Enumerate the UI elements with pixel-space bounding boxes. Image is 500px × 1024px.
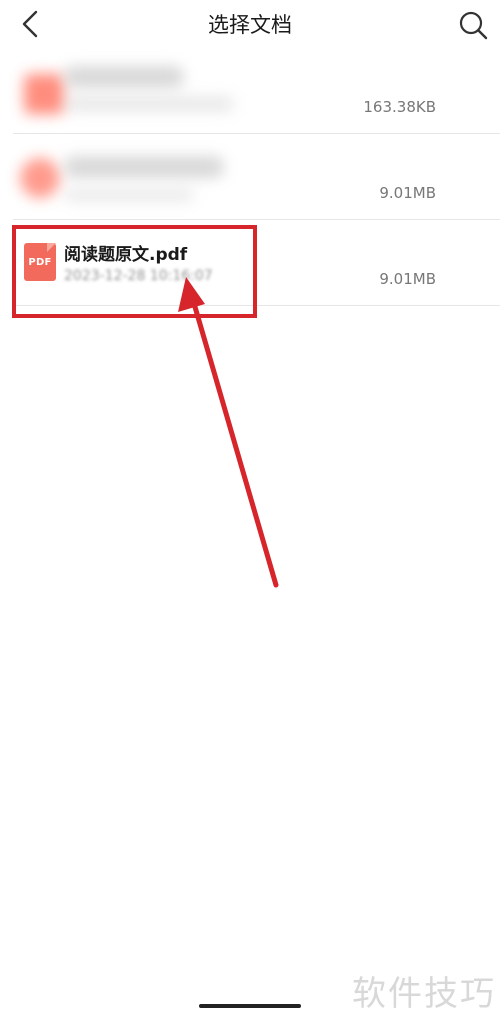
highlight-box bbox=[12, 225, 257, 318]
watermark: 软件技巧 bbox=[352, 974, 496, 1014]
search-icon bbox=[459, 11, 488, 40]
obscured-file-name bbox=[64, 66, 184, 88]
file-row[interactable]: 9.01MB bbox=[0, 134, 500, 220]
file-size: 9.01MB bbox=[379, 270, 436, 288]
obscured-file-name bbox=[64, 156, 224, 178]
home-indicator[interactable] bbox=[199, 1004, 301, 1008]
header-bar: 选择文档 bbox=[0, 0, 500, 48]
file-row[interactable]: 163.38KB bbox=[0, 48, 500, 134]
file-size: 9.01MB bbox=[379, 184, 436, 202]
obscured-file-date bbox=[64, 188, 194, 202]
obscured-file-date bbox=[64, 96, 234, 112]
file-icon bbox=[20, 158, 60, 198]
page-title: 选择文档 bbox=[208, 13, 292, 37]
file-size: 163.38KB bbox=[363, 98, 436, 116]
file-icon bbox=[24, 74, 64, 114]
search-button[interactable] bbox=[455, 8, 491, 42]
